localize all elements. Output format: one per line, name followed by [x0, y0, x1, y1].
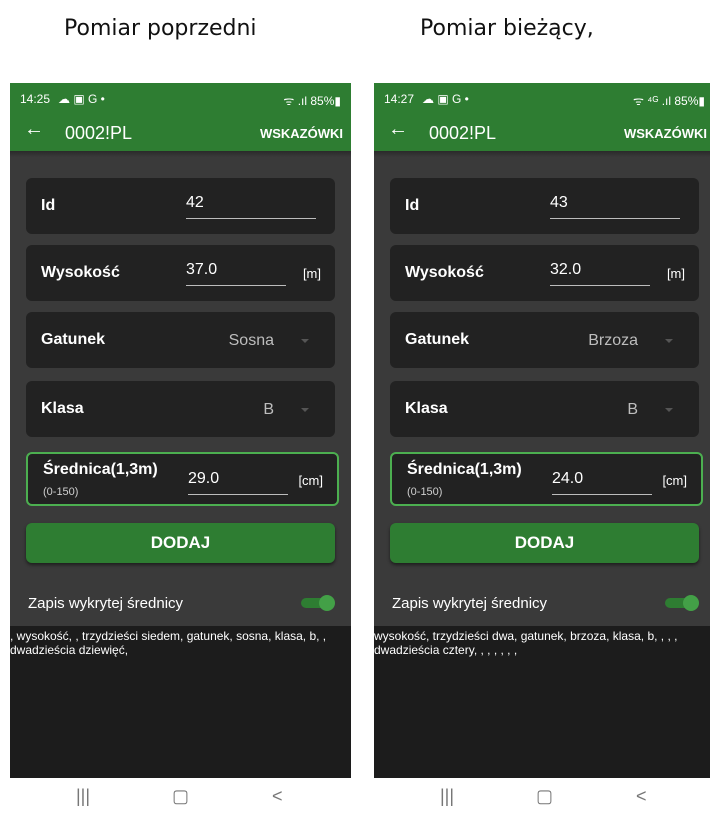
back-icon[interactable]: <: [272, 786, 283, 807]
class-select[interactable]: B: [263, 401, 274, 419]
status-time: 14:25: [20, 92, 51, 106]
back-arrow-icon[interactable]: ←: [388, 118, 408, 141]
recents-icon[interactable]: |||: [440, 786, 454, 807]
switch-label: Zapis wykrytej średnicy: [28, 595, 184, 612]
diameter-card: Średnica(1,3m) (0-150) 24.0 [cm]: [390, 452, 703, 506]
chevron-down-icon[interactable]: [301, 339, 309, 343]
back-arrow-icon[interactable]: ←: [24, 118, 44, 141]
caption-previous: Pomiar poprzedni: [64, 16, 257, 41]
id-card: Id 43: [390, 178, 699, 234]
id-card: Id 42: [26, 178, 335, 234]
status-time: 14:27: [384, 92, 415, 106]
species-select[interactable]: Brzoza: [588, 332, 638, 350]
diameter-range: (0-150): [407, 486, 443, 498]
height-label: Wysokość: [405, 264, 484, 281]
caption-current: Pomiar bieżący,: [420, 16, 594, 41]
back-icon[interactable]: <: [636, 786, 647, 807]
status-battery-icons: ᯤ .ıl 85%▮: [283, 94, 341, 108]
species-label: Gatunek: [41, 331, 106, 348]
status-notification-icons: ☁ ▣ G •: [58, 92, 105, 106]
appbar-shadow: [10, 151, 351, 157]
phone-previous: 14:25 ☁ ▣ G • ᯤ .ıl 85%▮ ← 0002!PL WSKAZ…: [10, 83, 351, 816]
class-card[interactable]: Klasa B: [390, 381, 699, 437]
record-diameter-toggle[interactable]: [665, 595, 699, 611]
species-label: Gatunek: [405, 331, 470, 348]
height-input[interactable]: 32.0: [550, 261, 650, 286]
height-unit: [m]: [302, 266, 321, 281]
id-input[interactable]: 42: [186, 194, 316, 219]
height-input[interactable]: 37.0: [186, 261, 286, 286]
diameter-card: Średnica(1,3m) (0-150) 29.0 [cm]: [26, 452, 339, 506]
class-label: Klasa: [41, 400, 84, 417]
recents-icon[interactable]: |||: [76, 786, 90, 807]
height-card: Wysokość 32.0 [m]: [390, 245, 699, 301]
species-card[interactable]: Gatunek Sosna: [26, 312, 335, 368]
system-navbar: ||| ▢ <: [374, 778, 710, 816]
status-battery-icons: ᯤ ⁴ᴳ .ıl 85%▮: [632, 94, 705, 108]
record-diameter-toggle[interactable]: [301, 595, 335, 611]
app-title: 0002!PL: [65, 123, 133, 143]
app-title: 0002!PL: [429, 123, 497, 143]
diameter-input[interactable]: 29.0: [188, 470, 288, 495]
diameter-label: Średnica(1,3m): [43, 461, 158, 478]
speech-log: wysokość, trzydzieści dwa, gatunek, brzo…: [374, 626, 710, 778]
species-card[interactable]: Gatunek Brzoza: [390, 312, 699, 368]
class-card[interactable]: Klasa B: [26, 381, 335, 437]
species-select[interactable]: Sosna: [229, 332, 274, 350]
status-bar: 14:27 ☁ ▣ G • ᯤ ⁴ᴳ .ıl 85%▮: [374, 83, 710, 113]
chevron-down-icon[interactable]: [665, 339, 673, 343]
app-bar: ← 0002!PL WSKAZÓWKI: [374, 113, 710, 151]
tips-button[interactable]: WSKAZÓWKI: [260, 126, 343, 141]
id-input[interactable]: 43: [550, 194, 680, 219]
speech-log: , wysokość, , trzydzieści siedem, gatune…: [10, 626, 351, 778]
home-icon[interactable]: ▢: [172, 786, 189, 807]
tips-button[interactable]: WSKAZÓWKI: [624, 126, 707, 141]
home-icon[interactable]: ▢: [536, 786, 553, 807]
diameter-unit: [cm]: [298, 473, 323, 488]
diameter-input[interactable]: 24.0: [552, 470, 652, 495]
add-button[interactable]: DODAJ: [390, 523, 699, 563]
status-bar: 14:25 ☁ ▣ G • ᯤ .ıl 85%▮: [10, 83, 351, 113]
diameter-unit: [cm]: [662, 473, 687, 488]
id-label: Id: [41, 197, 56, 214]
add-button[interactable]: DODAJ: [26, 523, 335, 563]
switch-label: Zapis wykrytej średnicy: [392, 595, 548, 612]
toggle-thumb: [683, 595, 699, 611]
phone-current: 14:27 ☁ ▣ G • ᯤ ⁴ᴳ .ıl 85%▮ ← 0002!PL WS…: [374, 83, 710, 816]
toggle-thumb: [319, 595, 335, 611]
chevron-down-icon[interactable]: [301, 408, 309, 412]
id-label: Id: [405, 197, 420, 214]
app-bar: ← 0002!PL WSKAZÓWKI: [10, 113, 351, 151]
status-notification-icons: ☁ ▣ G •: [422, 92, 469, 106]
chevron-down-icon[interactable]: [665, 408, 673, 412]
diameter-range: (0-150): [43, 486, 79, 498]
height-unit: [m]: [666, 266, 685, 281]
diameter-label: Średnica(1,3m): [407, 461, 522, 478]
appbar-shadow: [374, 151, 710, 157]
class-select[interactable]: B: [627, 401, 638, 419]
system-navbar: ||| ▢ <: [10, 778, 351, 816]
class-label: Klasa: [405, 400, 448, 417]
height-label: Wysokość: [41, 264, 120, 281]
height-card: Wysokość 37.0 [m]: [26, 245, 335, 301]
